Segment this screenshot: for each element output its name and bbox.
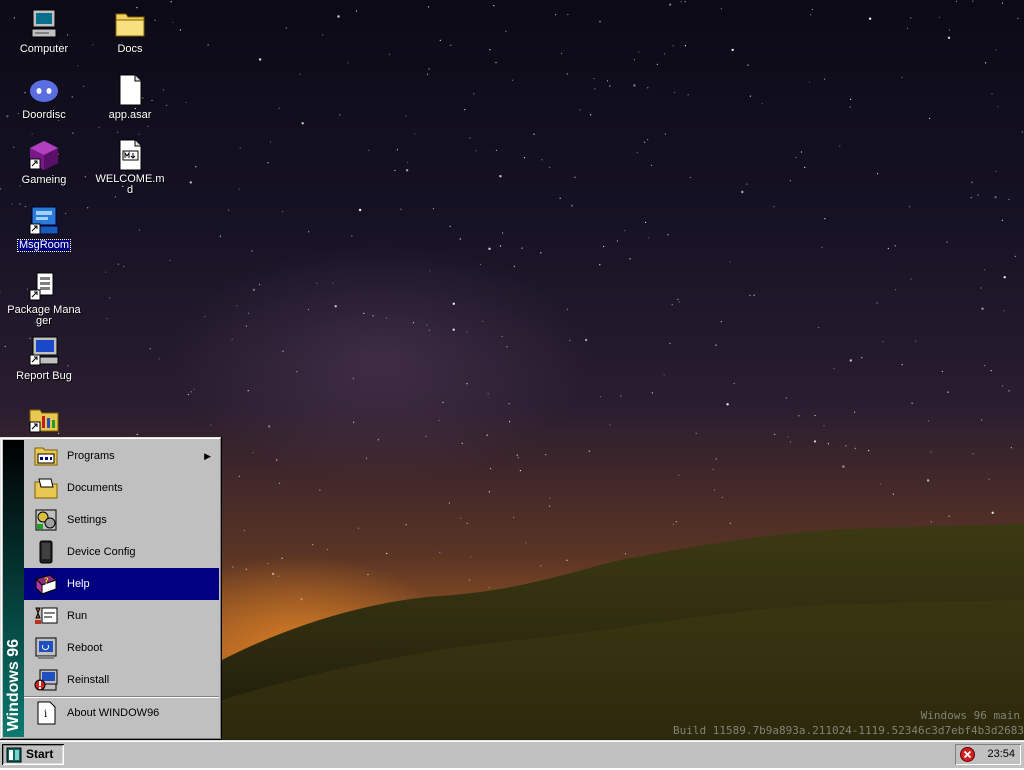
documents-icon: [34, 476, 58, 500]
start-menu-item-run[interactable]: Run: [24, 600, 219, 632]
desktop-icon-report-bug[interactable]: Report Bug: [4, 335, 84, 382]
version-watermark: Windows 96 main: [920, 709, 1020, 722]
markdown-file-icon: [114, 139, 146, 171]
desktop-icon-doordisc[interactable]: Doordisc: [4, 74, 84, 121]
desktop-icon-label: Docs: [117, 43, 143, 55]
desktop-icon-label: Computer: [19, 43, 69, 55]
start-menu-item-reboot[interactable]: Reboot: [24, 632, 219, 664]
settings-icon: [34, 508, 58, 532]
desktop-icon-label: Package Manager: [7, 304, 81, 327]
about-icon: i: [34, 701, 58, 725]
desktop-icon-label: Doordisc: [22, 109, 66, 121]
start-menu-item-label: About WINDOW96: [67, 707, 160, 719]
start-menu-item-label: Run: [67, 610, 88, 622]
start-menu-item-label: Documents: [67, 482, 123, 494]
start-menu-item-label: Programs: [67, 450, 115, 462]
device-icon: [34, 540, 58, 564]
desktop-icon-msgroom[interactable]: MsgRoom: [4, 204, 84, 252]
start-menu: Windows 96 Programs ▶ Documents Settings…: [0, 437, 222, 740]
desktop-icon-gameing[interactable]: Gameing: [4, 139, 84, 186]
start-menu-item-reinstall[interactable]: Reinstall: [24, 664, 219, 696]
build-watermark: Build 11589.7b9a893a.211024-1119.52346c3…: [673, 724, 1024, 737]
package-manager-icon: [28, 270, 60, 302]
start-menu-item-documents[interactable]: Documents: [24, 472, 219, 504]
reinstall-icon: [34, 668, 58, 692]
start-menu-brand: Windows 96: [5, 638, 22, 731]
desktop-icon-label: Report Bug: [16, 370, 72, 382]
desktop-icon-computer[interactable]: Computer: [4, 8, 84, 55]
error-icon[interactable]: [960, 747, 975, 762]
computer-icon: [28, 8, 60, 40]
start-menu-item-label: Settings: [67, 514, 107, 526]
msgroom-icon: [28, 204, 60, 236]
desktop-icon-welcome-md[interactable]: WELCOME.md: [90, 139, 170, 196]
folder-icon: [114, 8, 146, 40]
start-menu-item-label: Reinstall: [67, 674, 110, 686]
start-menu-item-label: Help: [67, 578, 90, 590]
report-bug-icon: [28, 335, 60, 367]
system-tray: 23:54: [955, 744, 1021, 765]
taskbar: Start 23:54: [0, 740, 1024, 768]
discord-icon: [28, 74, 60, 106]
file-icon: [114, 74, 146, 106]
desktop-icon-label: Gameing: [21, 174, 67, 186]
start-menu-item-about[interactable]: i About WINDOW96: [24, 696, 219, 729]
reboot-icon: [34, 636, 58, 660]
help-icon: ?: [34, 572, 58, 596]
start-menu-item-settings[interactable]: Settings: [24, 504, 219, 536]
run-icon: [34, 604, 58, 628]
submenu-arrow-icon: ▶: [204, 451, 211, 461]
start-menu-item-label: Reboot: [67, 642, 103, 654]
desktop-icon-label: app.asar: [108, 109, 152, 121]
svg-text:i: i: [44, 709, 47, 720]
start-logo-icon: [6, 747, 22, 763]
start-button[interactable]: Start: [2, 744, 64, 765]
programs-icon: [34, 444, 58, 468]
desktop-icon-label: WELCOME.md: [95, 173, 165, 196]
start-menu-items: Programs ▶ Documents Settings Device Con…: [24, 440, 219, 729]
start-button-label: Start: [26, 747, 54, 761]
desktop-icon-label: MsgRoom: [16, 239, 72, 252]
control-panel-folder-icon: [28, 402, 60, 434]
desktop-icon-docs[interactable]: Docs: [90, 8, 170, 55]
start-menu-item-device-config[interactable]: Device Config: [24, 536, 219, 568]
start-menu-item-label: Device Config: [67, 546, 136, 558]
clock: 23:54: [987, 748, 1015, 760]
desktop-icon-app-asar[interactable]: app.asar: [90, 74, 170, 121]
start-menu-item-help[interactable]: ? Help: [24, 568, 219, 600]
game-cube-icon: [28, 139, 60, 171]
desktop-icon-package-manager[interactable]: Package Manager: [4, 270, 84, 327]
start-menu-sidebar: Windows 96: [3, 440, 24, 737]
start-menu-item-programs[interactable]: Programs ▶: [24, 440, 219, 472]
svg-text:?: ?: [44, 577, 49, 587]
desktop[interactable]: Computer Doordisc Gameing MsgRoom Packag…: [0, 0, 1024, 740]
